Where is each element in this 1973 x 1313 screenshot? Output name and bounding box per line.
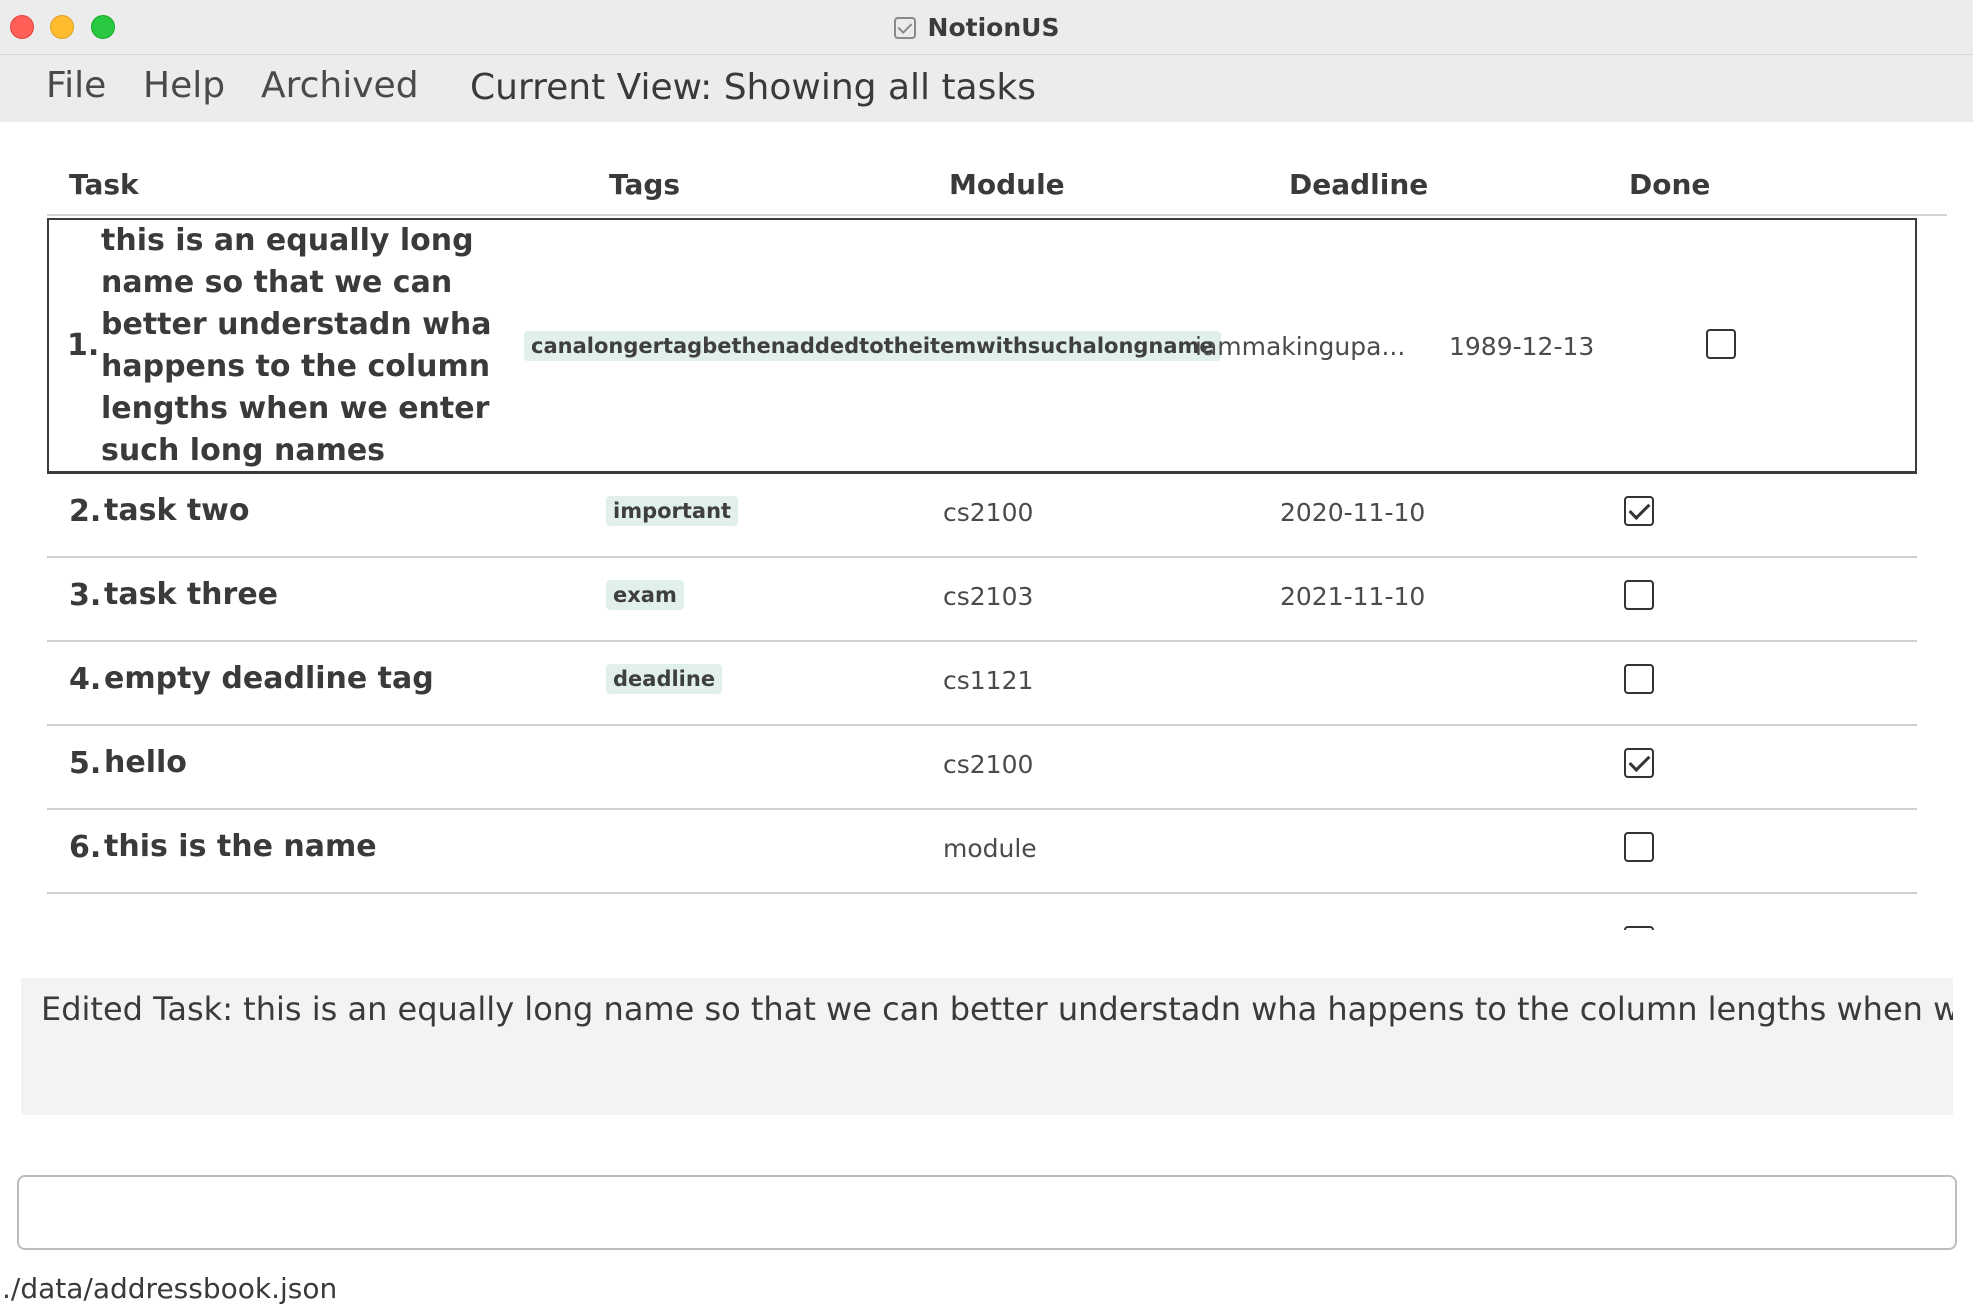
- task-tag: deadline: [606, 664, 723, 694]
- task-module: module: [943, 834, 1037, 863]
- header-task[interactable]: Task: [69, 168, 139, 201]
- task-name: this is the name: [104, 829, 377, 864]
- task-deadline: 2021-11-10: [1280, 582, 1426, 611]
- done-checkbox[interactable]: [1624, 748, 1654, 778]
- task-deadline: 1989-12-13: [1449, 332, 1595, 361]
- task-name: task two: [104, 493, 250, 528]
- done-checkbox[interactable]: [1624, 580, 1654, 610]
- checkbox-icon: [893, 16, 916, 39]
- header-deadline[interactable]: Deadline: [1289, 168, 1428, 201]
- menu-bar: File Help Archived Current View: Showing…: [0, 55, 1973, 122]
- table-row[interactable]: 6. this is the name module: [47, 810, 1917, 894]
- table-row[interactable]: 5. hello cs2100: [47, 726, 1917, 810]
- row-index: 5.: [69, 746, 102, 781]
- table-row[interactable]: 4. empty deadline tag deadline cs1121: [47, 642, 1917, 726]
- menu-archived[interactable]: Archived: [261, 65, 419, 106]
- menu-file[interactable]: File: [46, 65, 106, 106]
- task-name: hello: [104, 745, 187, 780]
- row-index: 2.: [69, 494, 102, 529]
- task-module: iammakingupa...: [1195, 332, 1406, 361]
- header-done[interactable]: Done: [1629, 168, 1710, 201]
- task-module: cs2103: [943, 582, 1034, 611]
- header-tags[interactable]: Tags: [609, 168, 680, 201]
- menu-help[interactable]: Help: [143, 65, 225, 106]
- window-title: NotionUS: [927, 13, 1060, 42]
- command-input[interactable]: [17, 1175, 1957, 1250]
- done-checkbox[interactable]: [1706, 329, 1736, 359]
- task-tag: important: [606, 496, 739, 526]
- task-tag: canalongertagbethenaddedtotheitemwithsuc…: [524, 331, 1221, 361]
- table-row[interactable]: 3. task three exam cs2103 2021-11-10: [47, 558, 1917, 642]
- row-index: 3.: [69, 578, 102, 613]
- row-index: 1.: [67, 328, 100, 363]
- task-deadline: 2020-11-10: [1280, 498, 1426, 527]
- header-module[interactable]: Module: [949, 168, 1065, 201]
- done-checkbox[interactable]: [1624, 664, 1654, 694]
- window-titlebar: NotionUS: [0, 0, 1973, 55]
- window-title-container: NotionUS: [0, 0, 1973, 55]
- table-row[interactable]: 2. task two important cs2100 2020-11-10: [47, 474, 1917, 558]
- task-table[interactable]: Task Tags Module Deadline Done 1. this i…: [0, 122, 1973, 930]
- data-file-path: ./data/addressbook.json: [2, 1272, 338, 1305]
- table-row-partial[interactable]: [47, 922, 1917, 930]
- task-module: cs2100: [943, 750, 1034, 779]
- done-checkbox[interactable]: [1624, 496, 1654, 526]
- task-name: empty deadline tag: [104, 661, 434, 696]
- task-module: cs1121: [943, 666, 1034, 695]
- task-name: this is an equally long name so that we …: [101, 223, 492, 468]
- task-module: cs2100: [943, 498, 1034, 527]
- task-tag: exam: [606, 580, 684, 610]
- row-index: 6.: [69, 830, 102, 865]
- done-checkbox[interactable]: [1624, 926, 1654, 930]
- done-checkbox[interactable]: [1624, 832, 1654, 862]
- result-display: Edited Task: this is an equally long nam…: [21, 978, 1953, 1115]
- table-header: Task Tags Module Deadline Done: [47, 164, 1947, 216]
- row-index: 4.: [69, 662, 102, 697]
- result-message: Edited Task: this is an equally long nam…: [41, 990, 1953, 1028]
- table-row[interactable]: 1. this is an equally long name so that …: [47, 218, 1917, 474]
- current-view-label: Current View: Showing all tasks: [470, 67, 1036, 108]
- task-name: task three: [104, 577, 279, 612]
